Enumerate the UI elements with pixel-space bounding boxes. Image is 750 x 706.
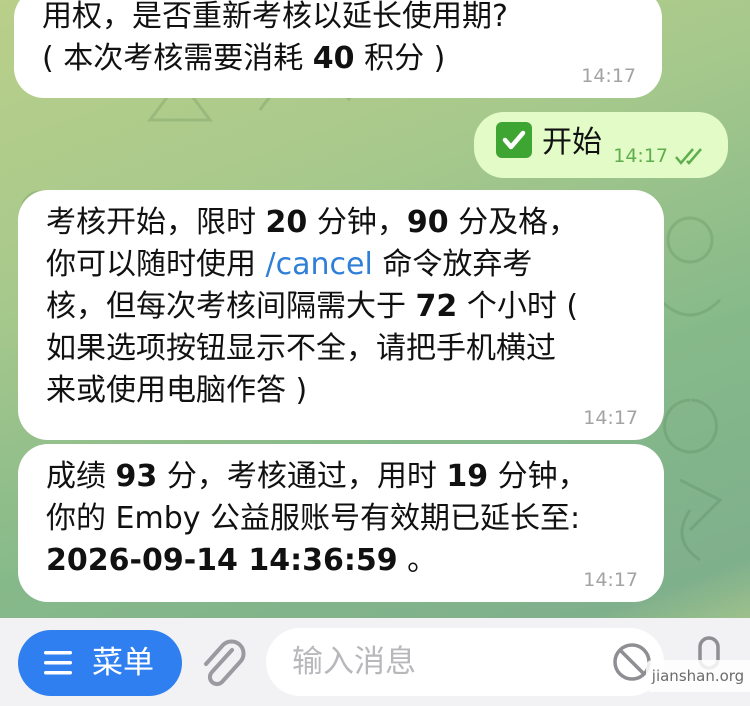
hamburger-icon xyxy=(44,651,72,675)
message-bubble[interactable]: 用权，是否重新考核以延长使用期? ( 本次考核需要消耗 40 积分 ) 14:1… xyxy=(14,0,662,98)
message-text: 2026-09-14 14:36:59 。 xyxy=(46,543,438,578)
paperclip-icon[interactable] xyxy=(198,636,248,690)
cancel-command-link[interactable]: /cancel xyxy=(266,247,373,282)
expiry-date: 2026-09-14 14:36:59 xyxy=(46,543,398,578)
double-check-read-icon xyxy=(675,148,702,165)
message-time: 14:17 xyxy=(613,145,668,167)
menu-button[interactable]: 菜单 xyxy=(18,630,182,696)
message-bubble[interactable]: 成绩 93 分，考核通过，用时 19 分钟， 你的 Emby 公益服账号有效期已… xyxy=(18,444,664,602)
message-text: 开始 xyxy=(542,125,602,160)
message-text: 考核开始，限时 20 分钟，90 分及格， xyxy=(46,205,579,240)
chat-area[interactable]: 用权，是否重新考核以延长使用期? ( 本次考核需要消耗 40 积分 ) 14:1… xyxy=(0,0,750,618)
message-text: ( 本次考核需要消耗 40 积分 ) xyxy=(42,41,446,76)
message-bubble-outgoing[interactable]: 开始 14:17 xyxy=(474,112,728,178)
message-input-placeholder: 输入消息 xyxy=(292,644,416,680)
message-text: 如果选项按钮显示不全，请把手机横过 xyxy=(46,331,556,366)
message-text: 你的 Emby 公益服账号有效期已延长至: xyxy=(46,501,581,536)
message-bubble[interactable]: 考核开始，限时 20 分钟，90 分及格， 你可以随时使用 /cancel 命令… xyxy=(18,190,664,440)
bottom-input-bar: 菜单 输入消息 jianshan.org xyxy=(0,618,750,706)
message-text: 成绩 93 分，考核通过，用时 19 分钟， xyxy=(46,459,588,494)
message-time: 14:17 xyxy=(581,65,636,87)
watermark: jianshan.org xyxy=(646,660,750,692)
message-text: 用权，是否重新考核以延长使用期? xyxy=(42,0,508,34)
menu-button-label: 菜单 xyxy=(92,645,154,681)
message-text: 你可以随时使用 /cancel 命令放弃考 xyxy=(46,247,533,282)
points-value: 40 xyxy=(312,41,355,76)
message-text: 来或使用电脑作答 ) xyxy=(46,373,308,408)
check-mark-button-icon xyxy=(496,122,532,158)
message-time: 14:17 xyxy=(583,407,638,429)
message-text: 核，但每次考核间隔需大于 72 个小时 ( xyxy=(46,289,579,324)
message-time: 14:17 xyxy=(583,569,638,591)
message-input[interactable]: 输入消息 xyxy=(266,628,664,696)
